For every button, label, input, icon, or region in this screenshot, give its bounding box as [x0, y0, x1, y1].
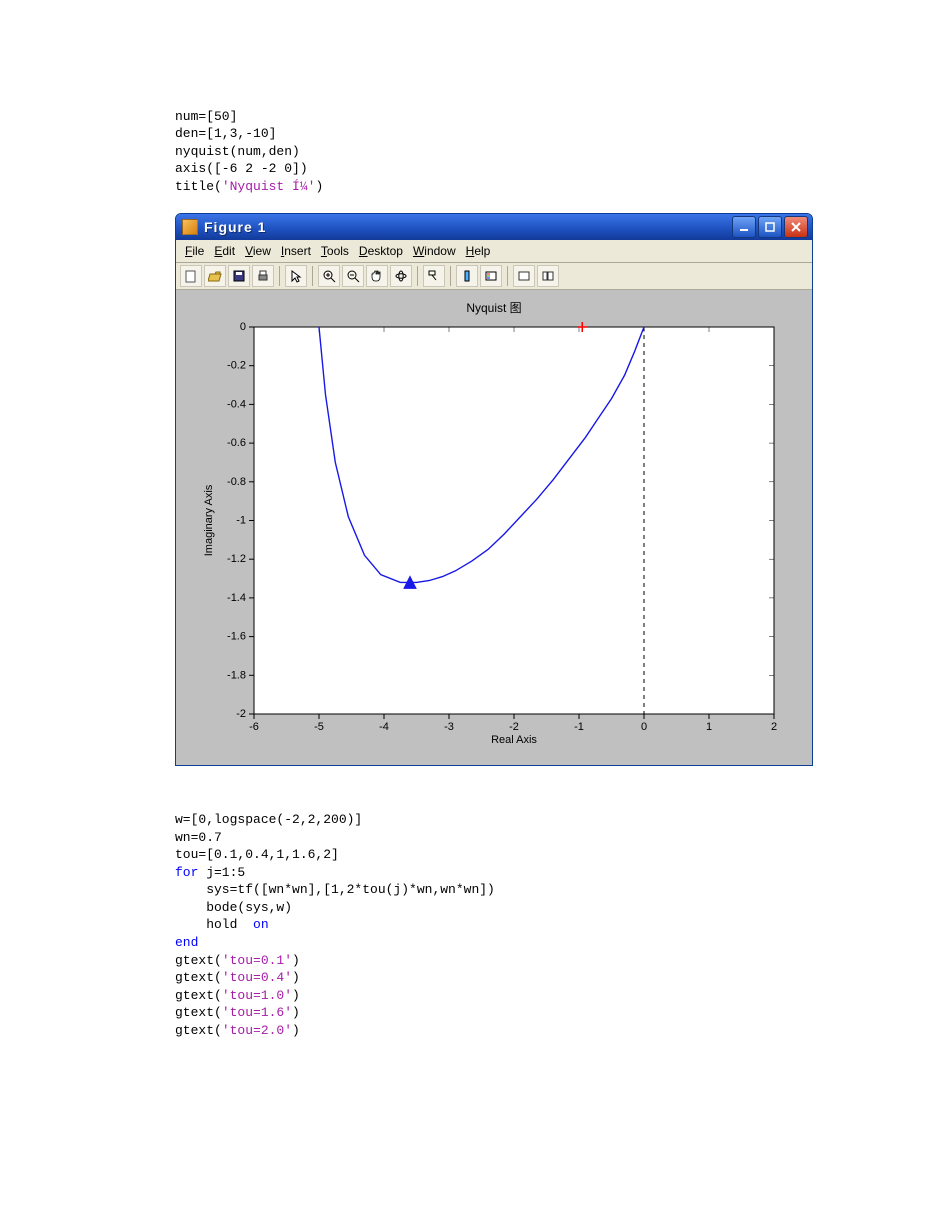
pan-icon[interactable] — [366, 265, 388, 287]
code-line: gtext( — [175, 970, 222, 985]
menu-window[interactable]: Window — [410, 243, 459, 259]
menu-help[interactable]: Help — [463, 243, 494, 259]
code-line: den=[1,3,-10] — [175, 126, 276, 141]
code-line: ) — [292, 953, 300, 968]
nyquist-plot: -6 -5 -4 -3 -2 -1 0 1 2 0 -0.2 -0.4 -0.6 -0.8 -1 -1.2 -1… — [194, 319, 794, 749]
matlab-figure-icon — [182, 219, 198, 235]
xtick-label: 0 — [641, 721, 647, 733]
ylabel: Imaginary Axis — [203, 484, 215, 556]
plot-title: Nyquist 图 — [190, 300, 798, 316]
code-block-2: w=[0,logspace(-2,2,200)] wn=0.7 tou=[0.1… — [175, 794, 800, 1040]
code-line: ) — [292, 970, 300, 985]
titlebar[interactable]: Figure 1 — [176, 214, 812, 240]
window-title: Figure 1 — [204, 218, 732, 237]
menu-insert[interactable]: Insert — [278, 243, 314, 259]
save-icon[interactable] — [228, 265, 250, 287]
code-block-1: num=[50] den=[1,3,-10] nyquist(num,den) … — [175, 90, 800, 195]
code-line: num=[50] — [175, 109, 237, 124]
code-line: ) — [292, 988, 300, 1003]
menu-desktop[interactable]: Desktop — [356, 243, 406, 259]
code-line: wn=0.7 — [175, 830, 222, 845]
code-keyword: on — [253, 917, 269, 932]
code-string: 'tou=1.0' — [222, 988, 292, 1003]
xtick-label: -4 — [379, 721, 389, 733]
code-keyword: for — [175, 865, 198, 880]
rotate-3d-icon[interactable] — [390, 265, 412, 287]
ytick-label: -2 — [236, 708, 246, 720]
code-line: ) — [292, 1023, 300, 1038]
code-line: title( — [175, 179, 222, 194]
ytick-label: -0.4 — [227, 398, 246, 410]
pointer-icon[interactable] — [285, 265, 307, 287]
xtick-label: -5 — [314, 721, 324, 733]
code-string: 'tou=2.0' — [222, 1023, 292, 1038]
ytick-label: -1.2 — [227, 553, 246, 565]
plot-area: Nyquist 图 -6 -5 -4 -3 -2 -1 0 1 2 0 -0.2 -0.4 -0.6 -0… — [176, 290, 812, 764]
code-string: 'Nyquist Í¼' — [222, 179, 316, 194]
xtick-label: 2 — [771, 721, 777, 733]
xtick-label: 1 — [706, 721, 712, 733]
insert-legend-icon[interactable] — [480, 265, 502, 287]
new-figure-icon[interactable] — [180, 265, 202, 287]
figure-window: Figure 1 File Edit View Insert Tools Des… — [175, 213, 813, 765]
axes-box — [254, 327, 774, 714]
code-keyword: end — [175, 935, 198, 950]
ytick-label: -0.6 — [227, 437, 246, 449]
ytick-label: -0.2 — [227, 359, 246, 371]
ytick-label: -1 — [236, 514, 246, 526]
code-line: axis([-6 2 -2 0]) — [175, 161, 308, 176]
code-line: gtext( — [175, 988, 222, 1003]
xtick-label: -6 — [249, 721, 259, 733]
code-line: hold — [175, 917, 253, 932]
zoom-out-icon[interactable] — [342, 265, 364, 287]
code-line: w=[0,logspace(-2,2,200)] — [175, 812, 362, 827]
xlabel: Real Axis — [491, 734, 537, 746]
menu-file[interactable]: File — [182, 243, 207, 259]
code-line: ) — [292, 1005, 300, 1020]
zoom-in-icon[interactable] — [318, 265, 340, 287]
code-line: gtext( — [175, 1005, 222, 1020]
hide-plot-tools-icon[interactable] — [513, 265, 535, 287]
ytick-label: -1.8 — [227, 669, 246, 681]
code-line: tou=[0.1,0.4,1,1.6,2] — [175, 847, 339, 862]
code-string: 'tou=1.6' — [222, 1005, 292, 1020]
code-line: gtext( — [175, 1023, 222, 1038]
code-string: 'tou=0.4' — [222, 970, 292, 985]
ytick-label: -1.6 — [227, 630, 246, 642]
ytick-label: -1.4 — [227, 592, 246, 604]
code-line: ) — [315, 179, 323, 194]
code-line: j=1:5 — [198, 865, 245, 880]
close-button[interactable] — [784, 216, 808, 238]
code-line: bode(sys,w) — [175, 900, 292, 915]
toolbar — [176, 263, 812, 290]
ytick-label: 0 — [240, 321, 246, 333]
print-icon[interactable] — [252, 265, 274, 287]
maximize-button[interactable] — [758, 216, 782, 238]
data-cursor-icon[interactable] — [423, 265, 445, 287]
xtick-label: -3 — [444, 721, 454, 733]
xtick-label: -2 — [509, 721, 519, 733]
plot-svg: -6 -5 -4 -3 -2 -1 0 1 2 0 -0.2 -0.4 -0.6 -0.8 -1 -1.2 -1… — [194, 319, 794, 749]
minimize-button[interactable] — [732, 216, 756, 238]
menubar[interactable]: File Edit View Insert Tools Desktop Wind… — [176, 240, 812, 263]
code-line: nyquist(num,den) — [175, 144, 300, 159]
insert-colorbar-icon[interactable] — [456, 265, 478, 287]
open-icon[interactable] — [204, 265, 226, 287]
ytick-label: -0.8 — [227, 475, 246, 487]
show-plot-tools-icon[interactable] — [537, 265, 559, 287]
code-string: 'tou=0.1' — [222, 953, 292, 968]
code-line: sys=tf([wn*wn],[1,2*tou(j)*wn,wn*wn]) — [175, 882, 495, 897]
menu-tools[interactable]: Tools — [318, 243, 352, 259]
code-line: gtext( — [175, 953, 222, 968]
menu-edit[interactable]: Edit — [211, 243, 238, 259]
xtick-label: -1 — [574, 721, 584, 733]
menu-view[interactable]: View — [242, 243, 274, 259]
